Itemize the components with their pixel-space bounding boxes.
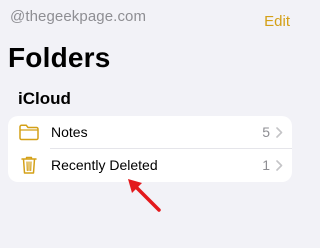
folder-row-notes[interactable]: Notes 5	[8, 116, 292, 149]
folder-count: 5	[262, 124, 270, 140]
folder-name: Recently Deleted	[51, 157, 158, 173]
folder-count: 1	[262, 157, 270, 173]
page-title: Folders	[8, 42, 111, 73]
edit-button[interactable]: Edit	[264, 13, 290, 30]
folder-list: Notes 5 Recently Deleted 1	[8, 116, 292, 182]
section-title-icloud: iCloud	[18, 89, 71, 108]
annotation-arrow-icon	[128, 179, 161, 212]
trash-icon	[21, 156, 37, 174]
chevron-right-icon	[276, 160, 283, 171]
folder-name: Notes	[51, 124, 88, 140]
watermark: @thegeekpage.com	[10, 8, 147, 25]
chevron-right-icon	[276, 127, 283, 138]
folder-icon	[19, 124, 39, 141]
